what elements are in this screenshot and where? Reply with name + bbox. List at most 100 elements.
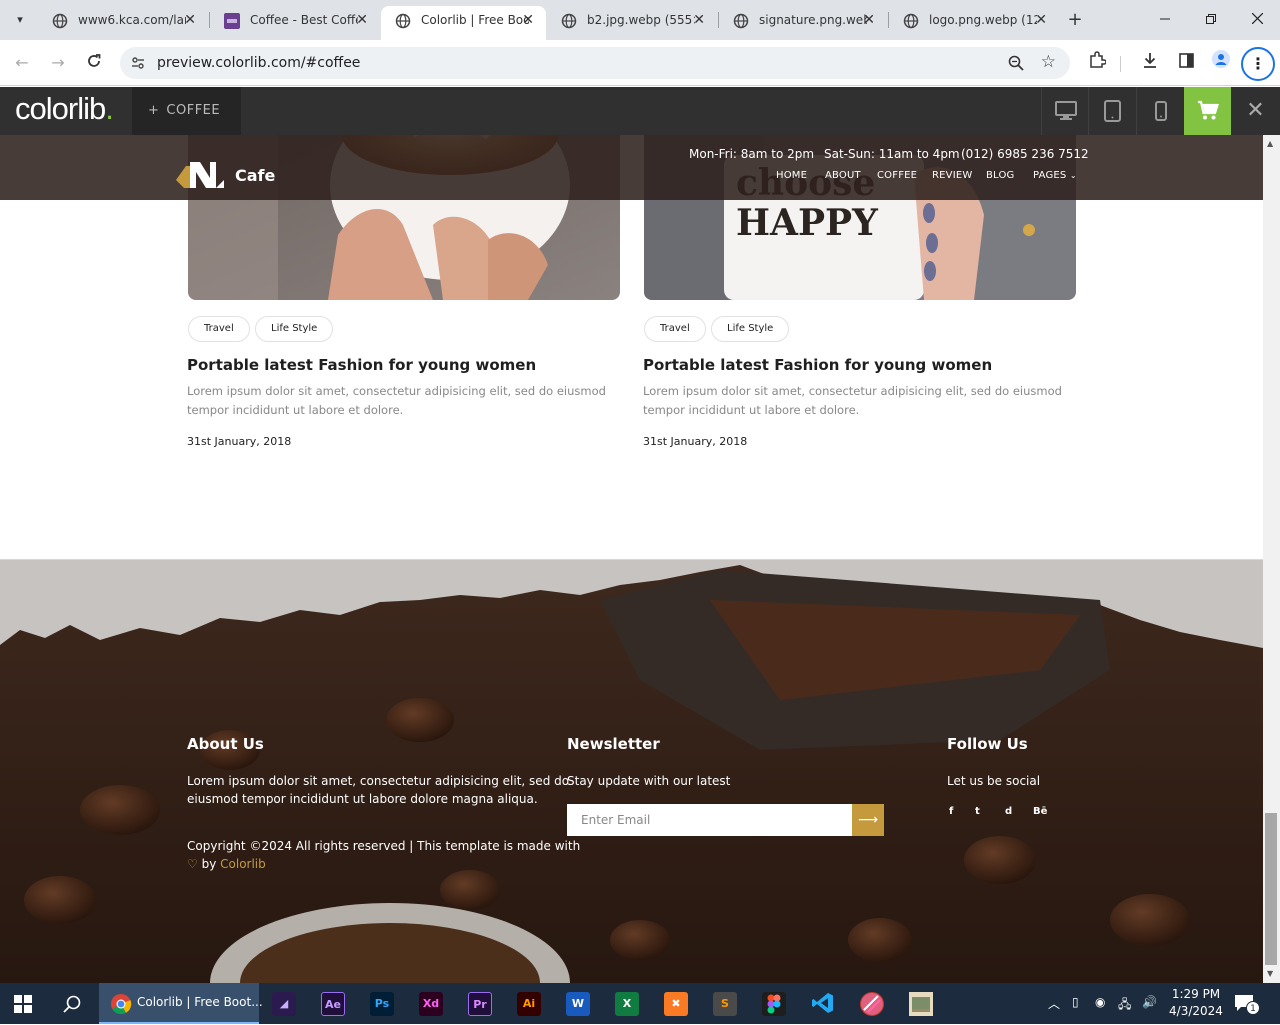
- new-tab-button[interactable]: +: [1064, 9, 1086, 31]
- cafe-logo-icon[interactable]: [176, 162, 224, 188]
- forward-button[interactable]: →: [45, 50, 71, 76]
- zoom-icon[interactable]: [1008, 55, 1024, 71]
- scroll-down-arrow-icon[interactable]: ▼: [1267, 969, 1273, 978]
- puzzle-icon: [1089, 51, 1107, 68]
- address-bar[interactable]: preview.colorlib.com/#coffee ☆: [120, 47, 1070, 79]
- adobe-xd-icon[interactable]: Xd: [419, 992, 443, 1016]
- tab-close-icon[interactable]: ✕: [522, 6, 534, 34]
- tab-close-icon[interactable]: ✕: [184, 6, 196, 34]
- browser-tab-strip: ▾ www6.kca.com/lan ✕ Coffee - Best Coffe…: [0, 0, 1280, 40]
- tray-overflow-chevron-icon[interactable]: ︿: [1048, 995, 1060, 1012]
- tab-title: logo.png.webp (12: [929, 13, 1037, 27]
- browser-tab[interactable]: www6.kca.com/lan ✕: [38, 6, 208, 40]
- tab-search-chevron-icon[interactable]: ▾: [8, 8, 32, 32]
- tag-life-style[interactable]: Life Style: [255, 316, 334, 342]
- tab-close-icon[interactable]: ✕: [693, 6, 705, 34]
- site-settings-icon[interactable]: [130, 55, 146, 71]
- tray-app-icon[interactable]: ◉: [1095, 995, 1105, 1009]
- follow-heading: Follow Us: [947, 735, 1028, 753]
- photoshop-icon[interactable]: Ps: [370, 992, 394, 1016]
- site-name[interactable]: Cafe: [235, 166, 275, 185]
- post-excerpt: Lorem ipsum dolor sit amet, consectetur …: [643, 384, 1062, 398]
- email-input[interactable]: Enter Email: [567, 804, 852, 836]
- desktop-view-button[interactable]: [1041, 87, 1088, 135]
- nav-pages[interactable]: PAGES ⌄: [1033, 170, 1077, 181]
- network-icon[interactable]: 🖧: [1118, 995, 1131, 1016]
- windows-taskbar: Colorlib | Free Boot... ◢ Ae Ps Xd Pr Ai…: [0, 983, 1280, 1024]
- extensions-button[interactable]: [1084, 50, 1110, 76]
- dribbble-icon[interactable]: d: [1005, 806, 1012, 817]
- nav-coffee[interactable]: COFFEE: [877, 170, 917, 181]
- close-window-button[interactable]: [1234, 0, 1280, 40]
- close-preview-button[interactable]: ✕: [1231, 87, 1280, 135]
- nav-about[interactable]: ABOUT: [825, 170, 861, 181]
- scroll-up-arrow-icon[interactable]: ▲: [1267, 139, 1273, 148]
- sublime-text-icon[interactable]: S: [713, 992, 737, 1016]
- tab-close-icon[interactable]: ✕: [356, 6, 368, 34]
- download-icon: [1144, 53, 1156, 68]
- back-button[interactable]: ←: [9, 50, 35, 76]
- twitter-icon[interactable]: t: [975, 806, 980, 817]
- browser-tab-active[interactable]: Colorlib | Free Boo ✕: [381, 6, 546, 40]
- behance-icon[interactable]: Bē: [1033, 806, 1047, 817]
- excel-icon[interactable]: X: [615, 992, 639, 1016]
- tablet-icon: [1104, 100, 1121, 122]
- nav-home[interactable]: HOME: [776, 170, 807, 181]
- arrow-right-icon: ⟶: [857, 812, 879, 828]
- url-text[interactable]: preview.colorlib.com/#coffee: [157, 47, 360, 79]
- usb-device-icon[interactable]: ▯: [1072, 995, 1079, 1009]
- tablet-view-button[interactable]: [1088, 87, 1135, 135]
- tag-life-style[interactable]: Life Style: [711, 316, 790, 342]
- browser-tab[interactable]: Coffee - Best Coffe ✕: [210, 6, 380, 40]
- page-scrollbar[interactable]: ▲ ▼: [1263, 135, 1280, 983]
- facebook-icon[interactable]: f: [949, 806, 953, 817]
- premiere-pro-icon[interactable]: Pr: [468, 992, 492, 1016]
- app-icon-sphere[interactable]: [860, 992, 884, 1016]
- windows-start-icon[interactable]: [14, 995, 32, 1013]
- notification-center-button[interactable]: 1: [1232, 991, 1262, 1017]
- side-panel-button[interactable]: [1173, 50, 1199, 76]
- reload-button[interactable]: [81, 50, 107, 76]
- taskbar-chrome-app[interactable]: Colorlib | Free Boot...: [99, 983, 263, 1024]
- bookmark-star-icon[interactable]: ☆: [1041, 52, 1056, 72]
- tag-travel[interactable]: Travel: [644, 316, 706, 342]
- chrome-menu-button[interactable]: ⋮: [1241, 47, 1275, 81]
- reload-icon: [88, 54, 101, 67]
- active-window-title: Colorlib | Free Boot...: [137, 995, 263, 1009]
- nav-blog[interactable]: BLOG: [986, 170, 1015, 181]
- post-title[interactable]: Portable latest Fashion for young women: [643, 356, 992, 374]
- figma-logo: [767, 994, 781, 1014]
- browser-tab[interactable]: logo.png.webp (12 ✕: [889, 6, 1059, 40]
- image-viewer-icon[interactable]: [909, 992, 933, 1016]
- tab-close-icon[interactable]: ✕: [863, 6, 875, 34]
- word-icon[interactable]: W: [566, 992, 590, 1016]
- illustrator-icon[interactable]: Ai: [517, 992, 541, 1016]
- mobile-view-button[interactable]: [1136, 87, 1183, 135]
- tag-travel[interactable]: Travel: [188, 316, 250, 342]
- browser-tab[interactable]: signature.png.web ✕: [719, 6, 887, 40]
- downloads-button[interactable]: [1137, 50, 1163, 76]
- scrollbar-thumb[interactable]: [1265, 813, 1277, 965]
- minimize-button[interactable]: [1142, 0, 1188, 40]
- site-header: Cafe Mon-Fri: 8am to 2pm Sat-Sun: 11am t…: [0, 135, 1263, 200]
- colorlib-logo[interactable]: colorlib.: [15, 91, 114, 127]
- subscribe-button[interactable]: ⟶: [852, 804, 884, 836]
- post-title[interactable]: Portable latest Fashion for young women: [187, 356, 536, 374]
- theme-selector-tab[interactable]: + COFFEE: [132, 87, 241, 135]
- media-encoder-icon[interactable]: ◢: [272, 992, 296, 1016]
- post-excerpt: Lorem ipsum dolor sit amet, consectetur …: [187, 384, 606, 398]
- buy-theme-button[interactable]: [1184, 87, 1231, 135]
- search-icon[interactable]: [63, 995, 81, 1013]
- after-effects-icon[interactable]: Ae: [321, 992, 345, 1016]
- figma-icon[interactable]: [762, 992, 786, 1016]
- xampp-icon[interactable]: ✖: [664, 992, 688, 1016]
- profile-button[interactable]: [1208, 50, 1234, 76]
- system-clock[interactable]: 1:29 PM 4/3/2024: [1166, 986, 1226, 1020]
- restore-button[interactable]: [1188, 0, 1234, 40]
- volume-icon[interactable]: 🔊: [1142, 995, 1157, 1009]
- colorlib-link[interactable]: Colorlib: [220, 857, 266, 871]
- vscode-icon[interactable]: [811, 992, 835, 1016]
- nav-review[interactable]: REVIEW: [932, 170, 972, 181]
- tab-close-icon[interactable]: ✕: [1035, 6, 1047, 34]
- browser-tab[interactable]: b2.jpg.webp (555× ✕: [547, 6, 717, 40]
